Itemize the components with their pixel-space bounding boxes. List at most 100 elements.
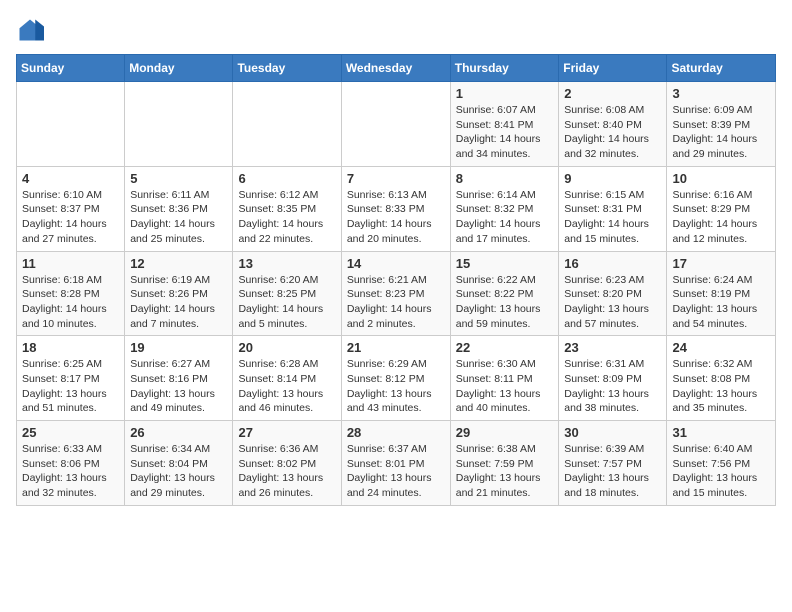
calendar-cell: 6 Sunrise: 6:12 AM Sunset: 8:35 PM Daylig… bbox=[233, 166, 341, 251]
day-number: 9 bbox=[564, 171, 661, 186]
page-header bbox=[16, 16, 776, 44]
day-number: 3 bbox=[672, 86, 770, 101]
calendar-cell: 24 Sunrise: 6:32 AM Sunset: 8:08 PM Dayli… bbox=[667, 336, 776, 421]
day-number: 31 bbox=[672, 425, 770, 440]
calendar-cell bbox=[341, 82, 450, 167]
calendar-cell: 7 Sunrise: 6:13 AM Sunset: 8:33 PM Daylig… bbox=[341, 166, 450, 251]
day-number: 25 bbox=[22, 425, 119, 440]
day-number: 24 bbox=[672, 340, 770, 355]
day-number: 18 bbox=[22, 340, 119, 355]
day-info: Sunrise: 6:30 AM Sunset: 8:11 PM Dayligh… bbox=[456, 357, 554, 416]
day-number: 11 bbox=[22, 256, 119, 271]
calendar-cell: 30 Sunrise: 6:39 AM Sunset: 7:57 PM Dayli… bbox=[559, 421, 667, 506]
day-info: Sunrise: 6:08 AM Sunset: 8:40 PM Dayligh… bbox=[564, 103, 661, 162]
day-info: Sunrise: 6:27 AM Sunset: 8:16 PM Dayligh… bbox=[130, 357, 227, 416]
calendar-cell: 28Sunrise: 6:37 AM Sunset: 8:01 PM Dayli… bbox=[341, 421, 450, 506]
day-info: Sunrise: 6:38 AM Sunset: 7:59 PM Dayligh… bbox=[456, 442, 554, 501]
day-number: 14 bbox=[347, 256, 445, 271]
calendar-cell: 14 Sunrise: 6:21 AM Sunset: 8:23 PM Dayli… bbox=[341, 251, 450, 336]
day-number: 10 bbox=[672, 171, 770, 186]
day-info: Sunrise: 6:25 AM Sunset: 8:17 PM Dayligh… bbox=[22, 357, 119, 416]
day-info: Sunrise: 6:29 AM Sunset: 8:12 PM Dayligh… bbox=[347, 357, 445, 416]
day-info: Sunrise: 6:10 AM Sunset: 8:37 PM Dayligh… bbox=[22, 188, 119, 247]
day-number: 5 bbox=[130, 171, 227, 186]
calendar-cell: 1 Sunrise: 6:07 AM Sunset: 8:41 PM Daylig… bbox=[450, 82, 559, 167]
day-info: Sunrise: 6:16 AM Sunset: 8:29 PM Dayligh… bbox=[672, 188, 770, 247]
logo bbox=[16, 16, 48, 44]
day-number: 20 bbox=[238, 340, 335, 355]
calendar-cell: 5 Sunrise: 6:11 AM Sunset: 8:36 PM Daylig… bbox=[125, 166, 233, 251]
day-info: Sunrise: 6:23 AM Sunset: 8:20 PM Dayligh… bbox=[564, 273, 661, 332]
day-number: 7 bbox=[347, 171, 445, 186]
day-info: Sunrise: 6:21 AM Sunset: 8:23 PM Dayligh… bbox=[347, 273, 445, 332]
calendar-cell: 25 Sunrise: 6:33 AM Sunset: 8:06 PM Dayli… bbox=[17, 421, 125, 506]
calendar-cell bbox=[17, 82, 125, 167]
day-header-wednesday: Wednesday bbox=[341, 55, 450, 82]
day-number: 2 bbox=[564, 86, 661, 101]
day-info: Sunrise: 6:24 AM Sunset: 8:19 PM Dayligh… bbox=[672, 273, 770, 332]
calendar-header-row: SundayMondayTuesdayWednesdayThursdayFrid… bbox=[17, 55, 776, 82]
day-number: 21 bbox=[347, 340, 445, 355]
day-info: Sunrise: 6:13 AM Sunset: 8:33 PM Dayligh… bbox=[347, 188, 445, 247]
calendar-cell: 22Sunrise: 6:30 AM Sunset: 8:11 PM Dayli… bbox=[450, 336, 559, 421]
week-row-3: 11 Sunrise: 6:18 AM Sunset: 8:28 PM Dayli… bbox=[17, 251, 776, 336]
day-info: Sunrise: 6:31 AM Sunset: 8:09 PM Dayligh… bbox=[564, 357, 661, 416]
day-header-thursday: Thursday bbox=[450, 55, 559, 82]
calendar-cell: 9 Sunrise: 6:15 AM Sunset: 8:31 PM Daylig… bbox=[559, 166, 667, 251]
day-info: Sunrise: 6:39 AM Sunset: 7:57 PM Dayligh… bbox=[564, 442, 661, 501]
day-info: Sunrise: 6:32 AM Sunset: 8:08 PM Dayligh… bbox=[672, 357, 770, 416]
day-header-sunday: Sunday bbox=[17, 55, 125, 82]
calendar-cell: 2 Sunrise: 6:08 AM Sunset: 8:40 PM Daylig… bbox=[559, 82, 667, 167]
day-info: Sunrise: 6:11 AM Sunset: 8:36 PM Dayligh… bbox=[130, 188, 227, 247]
day-header-friday: Friday bbox=[559, 55, 667, 82]
calendar-cell: 8 Sunrise: 6:14 AM Sunset: 8:32 PM Daylig… bbox=[450, 166, 559, 251]
calendar-cell: 11 Sunrise: 6:18 AM Sunset: 8:28 PM Dayli… bbox=[17, 251, 125, 336]
calendar-cell: 18 Sunrise: 6:25 AM Sunset: 8:17 PM Dayli… bbox=[17, 336, 125, 421]
calendar-cell: 27 Sunrise: 6:36 AM Sunset: 8:02 PM Dayli… bbox=[233, 421, 341, 506]
day-info: Sunrise: 6:40 AM Sunset: 7:56 PM Dayligh… bbox=[672, 442, 770, 501]
day-info: Sunrise: 6:15 AM Sunset: 8:31 PM Dayligh… bbox=[564, 188, 661, 247]
day-number: 30 bbox=[564, 425, 661, 440]
calendar-cell: 21 Sunrise: 6:29 AM Sunset: 8:12 PM Dayli… bbox=[341, 336, 450, 421]
logo-icon bbox=[16, 16, 44, 44]
calendar-cell: 15Sunrise: 6:22 AM Sunset: 8:22 PM Dayli… bbox=[450, 251, 559, 336]
day-header-monday: Monday bbox=[125, 55, 233, 82]
day-info: Sunrise: 6:12 AM Sunset: 8:35 PM Dayligh… bbox=[238, 188, 335, 247]
calendar-cell: 3Sunrise: 6:09 AM Sunset: 8:39 PM Daylig… bbox=[667, 82, 776, 167]
day-number: 27 bbox=[238, 425, 335, 440]
day-number: 8 bbox=[456, 171, 554, 186]
calendar-cell bbox=[125, 82, 233, 167]
calendar-cell: 29 Sunrise: 6:38 AM Sunset: 7:59 PM Dayli… bbox=[450, 421, 559, 506]
day-info: Sunrise: 6:18 AM Sunset: 8:28 PM Dayligh… bbox=[22, 273, 119, 332]
day-info: Sunrise: 6:07 AM Sunset: 8:41 PM Dayligh… bbox=[456, 103, 554, 162]
week-row-2: 4 Sunrise: 6:10 AM Sunset: 8:37 PM Daylig… bbox=[17, 166, 776, 251]
day-number: 29 bbox=[456, 425, 554, 440]
day-info: Sunrise: 6:37 AM Sunset: 8:01 PM Dayligh… bbox=[347, 442, 445, 501]
calendar-cell: 4 Sunrise: 6:10 AM Sunset: 8:37 PM Daylig… bbox=[17, 166, 125, 251]
day-info: Sunrise: 6:19 AM Sunset: 8:26 PM Dayligh… bbox=[130, 273, 227, 332]
calendar-cell: 10 Sunrise: 6:16 AM Sunset: 8:29 PM Dayli… bbox=[667, 166, 776, 251]
day-info: Sunrise: 6:34 AM Sunset: 8:04 PM Dayligh… bbox=[130, 442, 227, 501]
day-info: Sunrise: 6:28 AM Sunset: 8:14 PM Dayligh… bbox=[238, 357, 335, 416]
calendar-cell: 19 Sunrise: 6:27 AM Sunset: 8:16 PM Dayli… bbox=[125, 336, 233, 421]
calendar-cell: 20 Sunrise: 6:28 AM Sunset: 8:14 PM Dayli… bbox=[233, 336, 341, 421]
day-number: 26 bbox=[130, 425, 227, 440]
day-header-saturday: Saturday bbox=[667, 55, 776, 82]
day-number: 1 bbox=[456, 86, 554, 101]
day-info: Sunrise: 6:33 AM Sunset: 8:06 PM Dayligh… bbox=[22, 442, 119, 501]
day-number: 16 bbox=[564, 256, 661, 271]
calendar-cell: 12Sunrise: 6:19 AM Sunset: 8:26 PM Dayli… bbox=[125, 251, 233, 336]
calendar-cell: 26 Sunrise: 6:34 AM Sunset: 8:04 PM Dayli… bbox=[125, 421, 233, 506]
day-number: 19 bbox=[130, 340, 227, 355]
calendar-cell: 13 Sunrise: 6:20 AM Sunset: 8:25 PM Dayli… bbox=[233, 251, 341, 336]
day-info: Sunrise: 6:20 AM Sunset: 8:25 PM Dayligh… bbox=[238, 273, 335, 332]
day-info: Sunrise: 6:14 AM Sunset: 8:32 PM Dayligh… bbox=[456, 188, 554, 247]
week-row-1: 1 Sunrise: 6:07 AM Sunset: 8:41 PM Daylig… bbox=[17, 82, 776, 167]
calendar-cell bbox=[233, 82, 341, 167]
day-number: 4 bbox=[22, 171, 119, 186]
day-info: Sunrise: 6:36 AM Sunset: 8:02 PM Dayligh… bbox=[238, 442, 335, 501]
day-number: 6 bbox=[238, 171, 335, 186]
week-row-4: 18 Sunrise: 6:25 AM Sunset: 8:17 PM Dayli… bbox=[17, 336, 776, 421]
week-row-5: 25 Sunrise: 6:33 AM Sunset: 8:06 PM Dayli… bbox=[17, 421, 776, 506]
day-number: 13 bbox=[238, 256, 335, 271]
